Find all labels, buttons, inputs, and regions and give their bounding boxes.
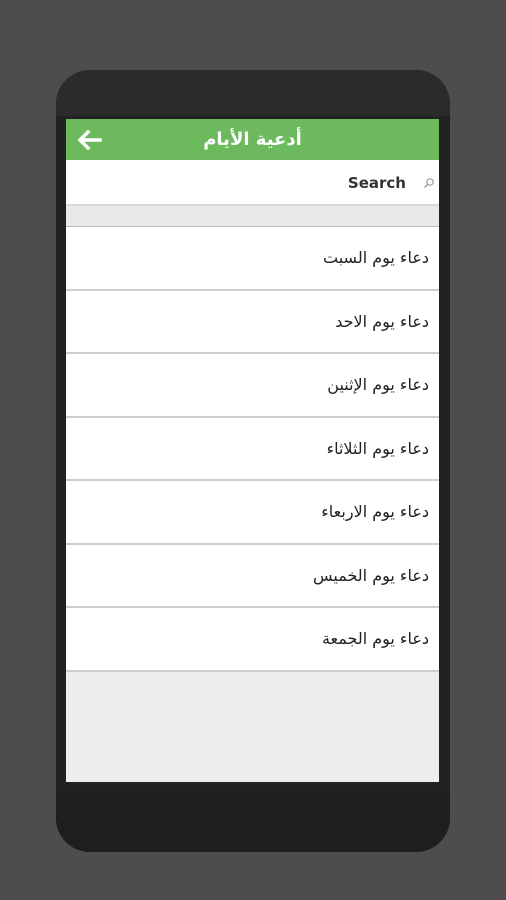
list-item[interactable]: دعاء يوم الثلاثاء (66, 417, 439, 481)
list-item[interactable]: دعاء يوم الجمعة (66, 608, 439, 672)
list-item-label: دعاء يوم الجمعة (321, 629, 429, 649)
app-screen: أدعية الأيام دعاء يوم السبت دعاء يوم الا… (66, 119, 439, 782)
app-bar: أدعية الأيام (66, 119, 439, 160)
list-item-label: دعاء يوم الاربعاء (321, 502, 429, 522)
list-item-label: دعاء يوم السبت (323, 248, 429, 268)
search-bar (66, 160, 439, 206)
list-item[interactable]: دعاء يوم الإثنين (66, 354, 439, 418)
search-icon (424, 178, 434, 188)
phone-top-bezel (56, 70, 450, 116)
list-item-label: دعاء يوم الثلاثاء (326, 438, 429, 458)
list-header-divider (66, 206, 439, 227)
phone-bottom-bezel (56, 792, 450, 852)
list-item[interactable]: دعاء يوم الاحد (66, 290, 439, 354)
days-list: دعاء يوم السبت دعاء يوم الاحد دعاء يوم ا… (66, 227, 439, 672)
list-item[interactable]: دعاء يوم السبت (66, 227, 439, 291)
list-item-label: دعاء يوم الاحد (335, 311, 429, 331)
list-item[interactable]: دعاء يوم الاربعاء (66, 481, 439, 545)
list-item-label: دعاء يوم الإثنين (327, 375, 429, 395)
list-item-label: دعاء يوم الخميس (313, 565, 429, 585)
list-item[interactable]: دعاء يوم الخميس (66, 544, 439, 608)
page-title: أدعية الأيام (203, 129, 302, 150)
search-input[interactable] (76, 168, 406, 198)
